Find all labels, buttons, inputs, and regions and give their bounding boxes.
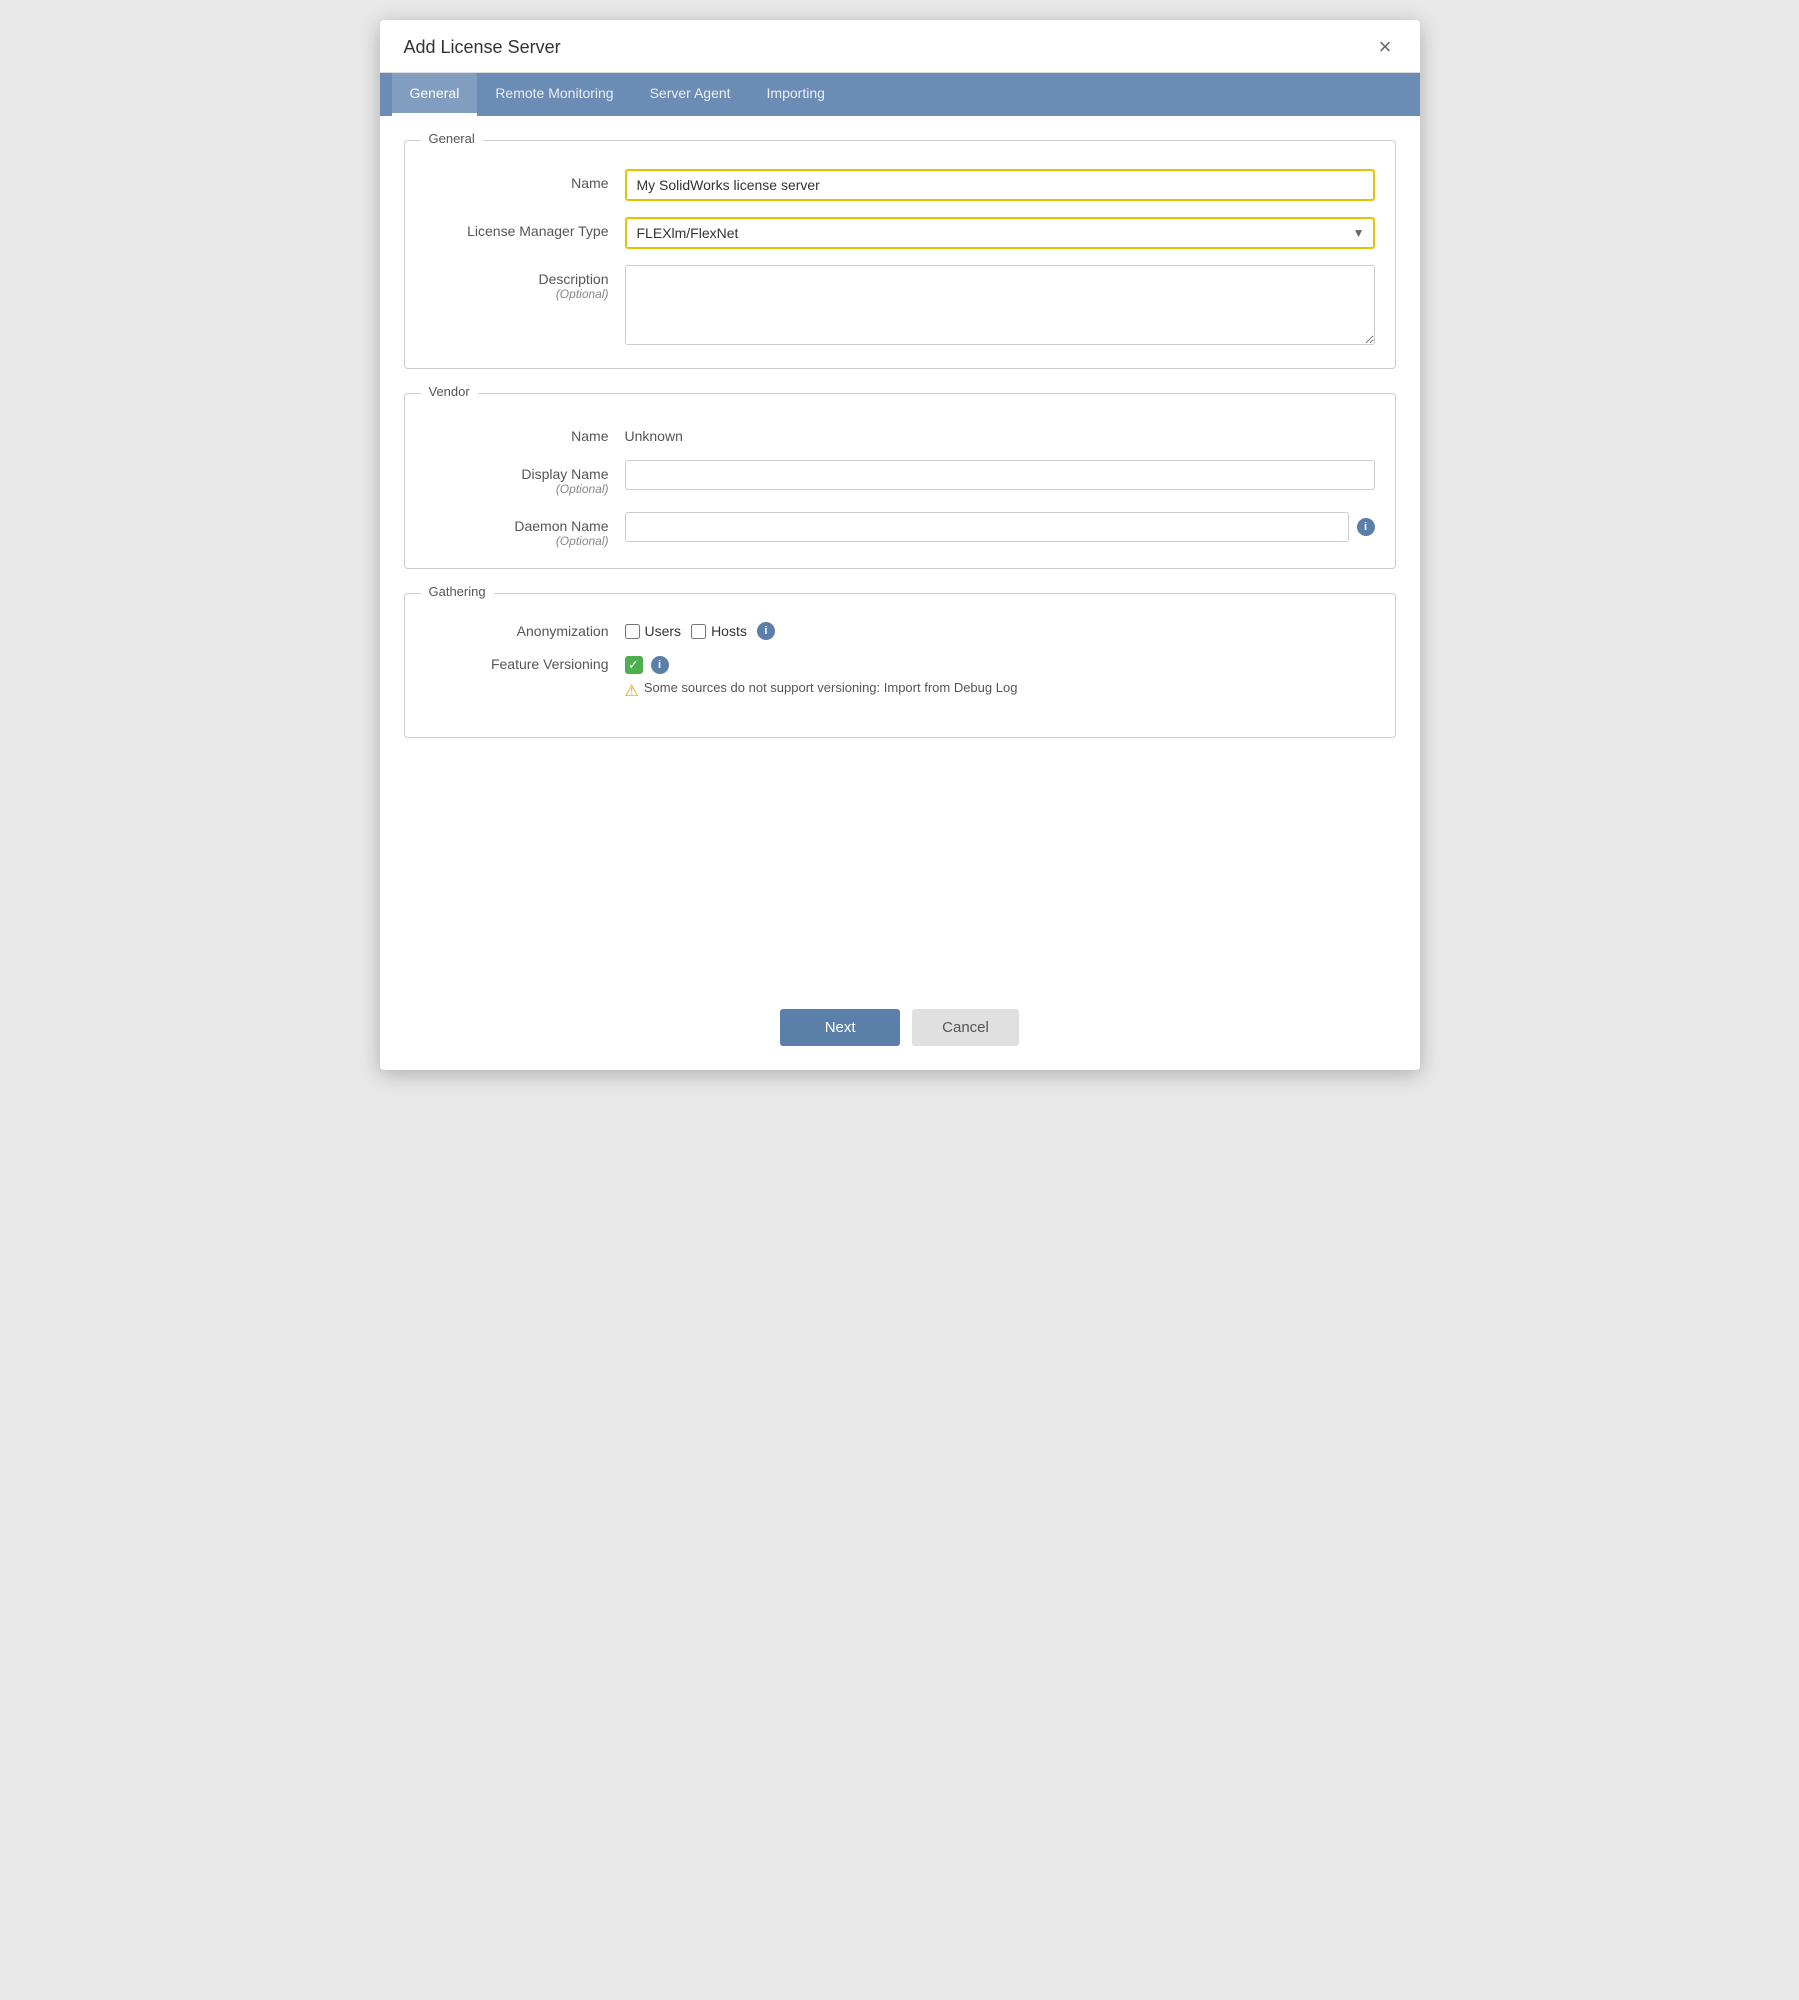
daemon-name-input[interactable] [625, 512, 1349, 542]
next-button[interactable]: Next [780, 1009, 900, 1046]
daemon-name-info-icon[interactable]: i [1357, 518, 1375, 536]
general-section-legend: General [421, 131, 483, 146]
license-manager-row: License Manager Type FLEXlm/FlexNet LM-X… [425, 217, 1375, 249]
tabs-bar: General Remote Monitoring Server Agent I… [380, 73, 1420, 116]
license-manager-control: FLEXlm/FlexNet LM-X RLM DSLS ▼ [625, 217, 1375, 249]
close-button[interactable]: × [1375, 36, 1396, 58]
tab-importing[interactable]: Importing [749, 73, 843, 116]
daemon-name-row: Daemon Name (Optional) i [425, 512, 1375, 548]
vendor-name-value: Unknown [625, 422, 1375, 444]
feature-versioning-checkbox[interactable]: ✓ [625, 656, 643, 674]
vendor-section: Vendor Name Unknown Display Name (Option… [404, 393, 1396, 569]
anonymization-controls: Users Hosts i [625, 622, 775, 640]
feature-versioning-info-icon[interactable]: i [651, 656, 669, 674]
feature-versioning-warning: ⚠ Some sources do not support versioning… [625, 680, 1018, 701]
anonymization-label: Anonymization [425, 623, 625, 639]
daemon-name-label: Daemon Name (Optional) [425, 512, 625, 548]
dialog-body: General Name License Manager Type [380, 116, 1420, 985]
description-label: Description (Optional) [425, 265, 625, 301]
name-row: Name [425, 169, 1375, 201]
dialog-footer: Next Cancel [380, 985, 1420, 1070]
feature-versioning-label: Feature Versioning [425, 656, 625, 672]
description-row: Description (Optional) [425, 265, 1375, 348]
hosts-checkbox[interactable] [691, 624, 706, 639]
tab-remote-monitoring[interactable]: Remote Monitoring [477, 73, 631, 116]
name-input[interactable] [625, 169, 1375, 201]
warning-icon: ⚠ [625, 681, 639, 701]
hosts-checkbox-group: Hosts [691, 623, 747, 639]
feature-versioning-controls: ✓ i ⚠ Some sources do not support versio… [625, 656, 1018, 701]
dialog-header: Add License Server × [380, 20, 1420, 73]
display-name-row: Display Name (Optional) [425, 460, 1375, 496]
feature-versioning-top: ✓ i [625, 656, 1018, 674]
anonymization-row: Anonymization Users Hosts i [425, 622, 1375, 640]
general-section: General Name License Manager Type [404, 140, 1396, 369]
tab-server-agent[interactable]: Server Agent [632, 73, 749, 116]
users-label[interactable]: Users [645, 623, 682, 639]
daemon-name-input-group: i [625, 512, 1375, 542]
tab-general[interactable]: General [392, 73, 478, 116]
users-checkbox-group: Users [625, 623, 682, 639]
display-name-input[interactable] [625, 460, 1375, 490]
cancel-button[interactable]: Cancel [912, 1009, 1019, 1046]
name-control [625, 169, 1375, 201]
users-checkbox[interactable] [625, 624, 640, 639]
hosts-label[interactable]: Hosts [711, 623, 747, 639]
description-input[interactable] [625, 265, 1375, 345]
description-control [625, 265, 1375, 348]
gathering-section: Gathering Anonymization Users Hosts [404, 593, 1396, 738]
warning-text: Some sources do not support versioning: … [644, 680, 1018, 695]
add-license-server-dialog: Add License Server × General Remote Moni… [380, 20, 1420, 1070]
vendor-name-label: Name [425, 422, 625, 444]
gathering-section-legend: Gathering [421, 584, 494, 599]
vendor-section-legend: Vendor [421, 384, 478, 399]
license-manager-label: License Manager Type [425, 217, 625, 239]
license-manager-select[interactable]: FLEXlm/FlexNet LM-X RLM DSLS [625, 217, 1375, 249]
display-name-control [625, 460, 1375, 490]
feature-versioning-row: Feature Versioning ✓ i ⚠ Some sources do… [425, 656, 1375, 701]
dialog-title: Add License Server [404, 37, 561, 58]
anonymization-info-icon[interactable]: i [757, 622, 775, 640]
daemon-name-control: i [625, 512, 1375, 542]
vendor-name-row: Name Unknown [425, 422, 1375, 444]
display-name-label: Display Name (Optional) [425, 460, 625, 496]
name-label: Name [425, 169, 625, 191]
license-manager-select-wrapper: FLEXlm/FlexNet LM-X RLM DSLS ▼ [625, 217, 1375, 249]
